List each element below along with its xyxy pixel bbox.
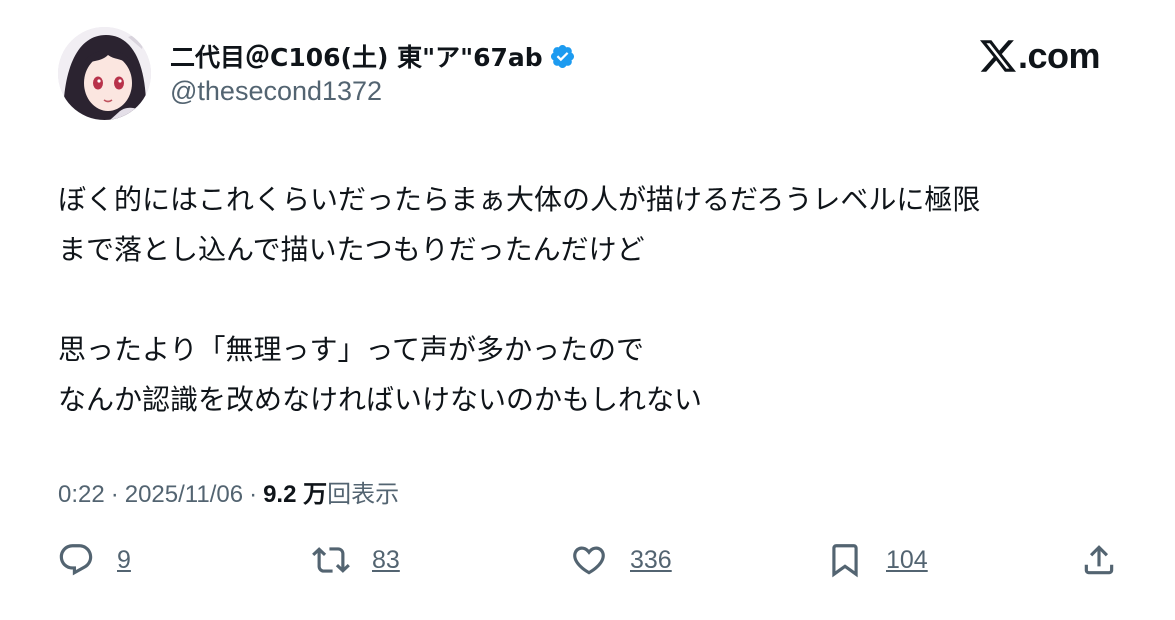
bookmark-count[interactable]: 104 bbox=[886, 546, 928, 575]
tweet-date[interactable]: 2025/11/06 bbox=[125, 481, 243, 509]
author-display-name[interactable]: 二代目＠C106(土) 東"ア"67ab bbox=[170, 38, 543, 74]
tweet-time[interactable]: 0:22 bbox=[58, 481, 105, 509]
tweet-text-line: ぼく的にはこれくらいだったらまぁ大体の人が描けるだろうレベルに極限 bbox=[58, 183, 981, 216]
anime-girl-avatar-image bbox=[58, 27, 151, 120]
verified-badge-icon bbox=[550, 44, 574, 68]
tweet-text-line: まで落とし込んで描いたつもりだったんだけど bbox=[58, 233, 645, 266]
brand-domain-suffix: .com bbox=[1017, 35, 1101, 76]
x-logo-icon bbox=[979, 40, 1016, 72]
share-button[interactable] bbox=[1080, 540, 1118, 580]
tweet-text-line: 思ったより「無理っす」って声が多かったので bbox=[58, 333, 645, 366]
x-com-brand[interactable]: .com bbox=[979, 34, 1101, 78]
retweet-count[interactable]: 83 bbox=[372, 546, 400, 575]
tweet-card: 二代目＠C106(土) 東"ア"67ab @thesecond1372 .com… bbox=[0, 0, 1175, 620]
views-count: 9.2 万 bbox=[263, 481, 328, 508]
author-avatar[interactable] bbox=[58, 27, 151, 120]
reply-count[interactable]: 9 bbox=[117, 546, 131, 575]
retweet-icon bbox=[312, 547, 350, 573]
author-handle[interactable]: @thesecond1372 bbox=[170, 76, 382, 107]
retweet-button[interactable]: 83 bbox=[312, 540, 400, 580]
views-label: 回表示 bbox=[327, 481, 400, 508]
author-name-row: 二代目＠C106(土) 東"ア"67ab bbox=[170, 36, 576, 76]
share-icon bbox=[1084, 545, 1114, 575]
reply-button[interactable]: 9 bbox=[57, 540, 131, 580]
reply-icon bbox=[59, 544, 93, 576]
tweet-meta: 0:22 · 2025/11/06 · 9.2 万 回表示 bbox=[58, 474, 399, 509]
meta-separator: · bbox=[110, 481, 119, 508]
like-count[interactable]: 336 bbox=[630, 546, 672, 575]
bookmark-icon bbox=[832, 544, 858, 578]
meta-separator: · bbox=[249, 481, 258, 508]
tweet-text-line: なんか認識を改めなければいけないのかもしれない bbox=[58, 383, 703, 416]
like-button[interactable]: 336 bbox=[570, 540, 672, 580]
bookmark-button[interactable]: 104 bbox=[826, 540, 928, 580]
heart-icon bbox=[573, 546, 605, 575]
